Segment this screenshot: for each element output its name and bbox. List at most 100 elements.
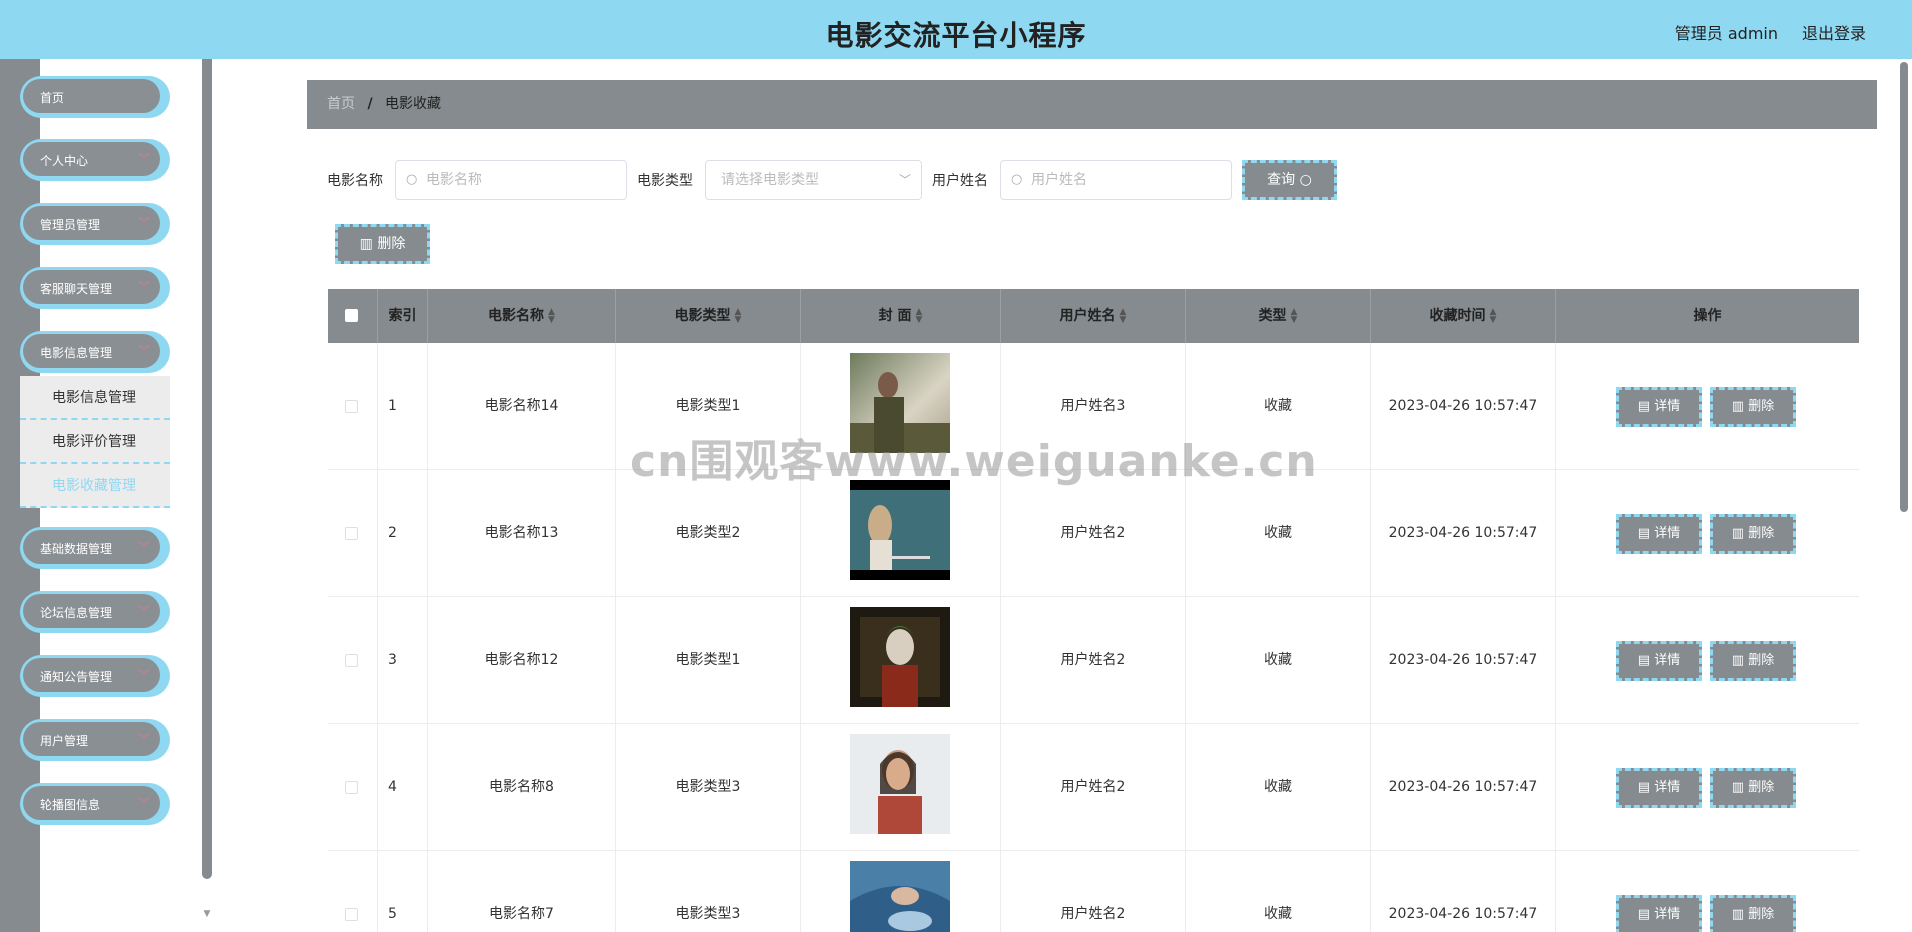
header-movie-type[interactable]: 电影类型 ▲ ▼ <box>616 289 801 343</box>
sidebar-item-label: 首页 <box>40 91 65 105</box>
sidebar-item-notice[interactable]: 通知公告管理 ﹀ <box>20 655 170 697</box>
document-icon: ▤ <box>1637 653 1651 668</box>
scroll-down-arrow-icon[interactable]: ▼ <box>202 909 212 919</box>
sidebar-item-carousel[interactable]: 轮播图信息 ﹀ <box>20 783 170 825</box>
row-checkbox[interactable] <box>345 654 358 667</box>
sidebar-item-movie-info[interactable]: 电影信息管理 ﹀ <box>20 331 170 373</box>
table-row: 5 电影名称7 电影类型3 用户姓名2 收藏 2023-04-26 10:57:… <box>328 851 1859 932</box>
row-movie-name: 电影名称7 <box>428 851 616 932</box>
sort-icon[interactable]: ▲ ▼ <box>1120 308 1127 325</box>
delete-button[interactable]: ▥ 删除 <box>1710 514 1796 554</box>
row-user-name: 用户姓名2 <box>1001 724 1186 851</box>
row-kind: 收藏 <box>1186 724 1371 851</box>
query-button[interactable]: 查询 ○ <box>1242 160 1337 200</box>
table-row: 1 电影名称14 电影类型1 用户姓名3 收藏 2023-04-26 10:57… <box>328 343 1859 470</box>
chevron-down-icon: ﹀ <box>898 173 911 187</box>
row-cover <box>801 597 1001 724</box>
header-favorite-time[interactable]: 收藏时间 ▲ ▼ <box>1371 289 1556 343</box>
table-header: 索引 电影名称 ▲ ▼ 电影类型 ▲ ▼ 封 面 ▲ ▼ 用户姓名 ▲ ▼ 类型 ▲ ▼ 收藏时间 ▲… <box>328 289 1859 343</box>
movie-cover-image[interactable] <box>850 480 950 580</box>
sidebar-item-users[interactable]: 用户管理 ﹀ <box>20 719 170 761</box>
header-cover[interactable]: 封 面 ▲ ▼ <box>801 289 1001 343</box>
chevron-down-icon: ﹀ <box>137 668 150 682</box>
sidebar-item-forum[interactable]: 论坛信息管理 ﹀ <box>20 591 170 633</box>
sidebar-item-admin-management[interactable]: 管理员管理 ﹀ <box>20 203 170 245</box>
detail-button[interactable]: ▤ 详情 <box>1616 895 1702 932</box>
table-row: 4 电影名称8 电影类型3 用户姓名2 收藏 2023-04-26 10:57:… <box>328 724 1859 851</box>
sidebar-item-home[interactable]: 首页 <box>20 76 170 118</box>
sidebar-item-label: 轮播图信息 <box>40 798 101 812</box>
detail-button[interactable]: ▤ 详情 <box>1616 514 1702 554</box>
row-movie-name: 电影名称12 <box>428 597 616 724</box>
app-title: 电影交流平台小程序 <box>825 19 1087 52</box>
header-movie-name[interactable]: 电影名称 ▲ ▼ <box>428 289 616 343</box>
movie-cover-image[interactable] <box>850 734 950 834</box>
row-checkbox[interactable] <box>345 908 358 921</box>
row-user-name: 用户姓名2 <box>1001 597 1186 724</box>
movie-cover-image[interactable] <box>850 861 950 932</box>
row-favorite-time: 2023-04-26 10:57:47 <box>1371 343 1556 470</box>
row-favorite-time: 2023-04-26 10:57:47 <box>1371 597 1556 724</box>
movie-type-label: 电影类型 <box>637 173 693 189</box>
delete-button[interactable]: ▥ 删除 <box>1710 895 1796 932</box>
header-kind[interactable]: 类型 ▲ ▼ <box>1186 289 1371 343</box>
movie-cover-image[interactable] <box>850 353 950 453</box>
row-index: 1 <box>378 343 428 470</box>
submenu-item-movie-favorite[interactable]: 电影收藏管理 <box>20 464 170 508</box>
sidebar-item-basic-data[interactable]: 基础数据管理 ﹀ <box>20 527 170 569</box>
search-icon: ○ <box>1299 172 1312 188</box>
detail-button[interactable]: ▤ 详情 <box>1616 387 1702 427</box>
header-user-name[interactable]: 用户姓名 ▲ ▼ <box>1001 289 1186 343</box>
movie-name-label: 电影名称 <box>327 173 383 189</box>
movie-type-select[interactable]: 请选择电影类型 ﹀ <box>705 160 922 200</box>
sort-icon[interactable]: ▲ ▼ <box>548 308 555 325</box>
detail-button[interactable]: ▤ 详情 <box>1616 768 1702 808</box>
trash-icon: ▥ <box>1731 399 1745 414</box>
row-kind: 收藏 <box>1186 851 1371 932</box>
movie-name-input[interactable]: ○ 电影名称 <box>395 160 627 200</box>
movie-name-placeholder: 电影名称 <box>426 172 482 188</box>
delete-button[interactable]: ▥ 删除 <box>1710 641 1796 681</box>
row-checkbox[interactable] <box>345 527 358 540</box>
sidebar-item-label: 电影信息管理 <box>40 346 113 360</box>
page-scrollbar[interactable] <box>1900 62 1908 512</box>
query-button-label: 查询 <box>1267 172 1296 188</box>
user-name-input[interactable]: ○ 用户姓名 <box>1000 160 1232 200</box>
row-movie-name: 电影名称8 <box>428 724 616 851</box>
trash-icon: ▥ <box>1731 653 1745 668</box>
table-row: 2 电影名称13 电影类型2 用户姓名2 收藏 2023-04-26 10:57… <box>328 470 1859 597</box>
row-cover <box>801 724 1001 851</box>
sidebar-item-label: 管理员管理 <box>40 218 101 232</box>
sort-icon[interactable]: ▲ ▼ <box>735 308 742 325</box>
sort-icon[interactable]: ▲ ▼ <box>915 308 922 325</box>
header-actions: 操作 <box>1693 308 1722 324</box>
movie-cover-image[interactable] <box>850 607 950 707</box>
delete-button[interactable]: ▥ 删除 <box>1710 768 1796 808</box>
movie-type-placeholder: 请选择电影类型 <box>721 172 819 188</box>
document-icon: ▤ <box>1637 526 1651 541</box>
chevron-down-icon: ﹀ <box>137 732 150 746</box>
sidebar-item-label: 基础数据管理 <box>40 542 113 556</box>
logout-link[interactable]: 退出登录 <box>1802 20 1866 44</box>
sidebar-item-personal-center[interactable]: 个人中心 ﹀ <box>20 139 170 181</box>
detail-button[interactable]: ▤ 详情 <box>1616 641 1702 681</box>
row-kind: 收藏 <box>1186 597 1371 724</box>
sidebar-item-chat-management[interactable]: 客服聊天管理 ﹀ <box>20 267 170 309</box>
delete-button[interactable]: ▥ 删除 <box>1710 387 1796 427</box>
batch-delete-button[interactable]: ▥ 删除 <box>335 224 430 264</box>
submenu-item-movie-info[interactable]: 电影信息管理 <box>20 376 170 420</box>
breadcrumb-home[interactable]: 首页 <box>327 96 355 112</box>
select-all-checkbox[interactable] <box>345 309 358 322</box>
row-actions: ▤ 详情 ▥ 删除 <box>1556 851 1859 932</box>
submenu-item-movie-review[interactable]: 电影评价管理 <box>20 420 170 464</box>
sort-icon[interactable]: ▲ ▼ <box>1291 308 1298 325</box>
row-checkbox[interactable] <box>345 400 358 413</box>
sort-icon[interactable]: ▲ ▼ <box>1490 308 1497 325</box>
document-icon: ▤ <box>1637 399 1651 414</box>
row-movie-name: 电影名称13 <box>428 470 616 597</box>
header-index: 索引 <box>378 289 428 343</box>
row-checkbox[interactable] <box>345 781 358 794</box>
sidebar-scrollbar[interactable] <box>202 59 212 879</box>
user-name-placeholder: 用户姓名 <box>1031 172 1087 188</box>
row-user-name: 用户姓名2 <box>1001 470 1186 597</box>
